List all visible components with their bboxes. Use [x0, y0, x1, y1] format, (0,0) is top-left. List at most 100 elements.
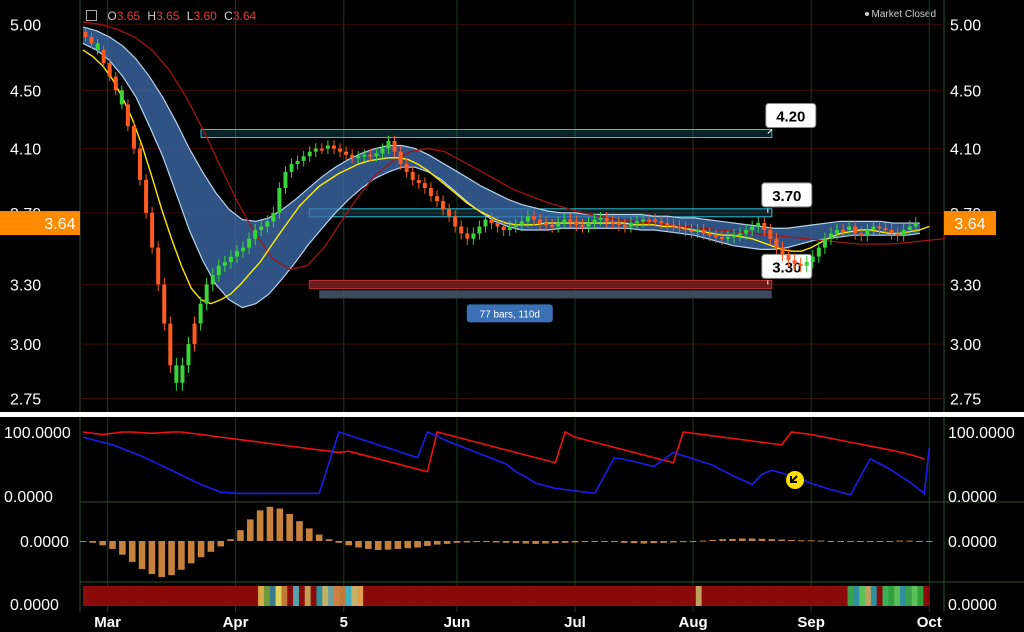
strip-cell: [882, 586, 889, 606]
candle-body: [180, 365, 185, 383]
strip-cell: [439, 586, 446, 606]
strip-cell: [234, 586, 241, 606]
candle-body: [580, 224, 585, 227]
strip-cell: [783, 586, 790, 606]
histogram-bar: [345, 541, 352, 546]
candle-body: [707, 233, 712, 236]
candle-body: [695, 229, 700, 232]
candle-body: [731, 235, 736, 238]
price-tick-label-right: 2.75: [950, 392, 981, 409]
histogram-bar: [886, 541, 894, 542]
strip-cell: [304, 586, 312, 606]
strip-cell: [450, 586, 457, 606]
candle-body: [792, 260, 797, 264]
histogram-bar: [847, 541, 854, 542]
histogram-bar: [237, 530, 244, 541]
candle-body: [677, 226, 682, 229]
candle-body: [392, 140, 397, 152]
candle-body: [634, 221, 639, 224]
strip-cell: [322, 586, 329, 606]
x-axis-label: Aug: [678, 614, 707, 631]
candle-body: [828, 233, 833, 239]
histogram-bar: [925, 541, 933, 542]
candle-body: [822, 238, 827, 248]
strip-cell: [100, 586, 107, 606]
candle-body: [131, 126, 136, 149]
strip-cell: [129, 586, 136, 606]
candle-body: [507, 226, 512, 230]
strip-cell: [538, 586, 545, 606]
strip-cell: [339, 586, 347, 606]
strip-cell: [555, 586, 562, 606]
strip-cell: [281, 586, 288, 606]
histogram-bar: [542, 541, 549, 544]
candle-body: [768, 229, 773, 239]
candle-body: [689, 229, 694, 232]
strip-cell: [631, 586, 638, 606]
strip-cell: [380, 586, 387, 606]
strip-cell: [275, 586, 282, 606]
strip-cell: [368, 586, 376, 606]
strip-cell: [252, 586, 259, 606]
histogram-bar: [748, 538, 756, 541]
histogram-bar: [483, 541, 490, 543]
candle-body: [907, 226, 912, 230]
histogram-bar: [807, 540, 815, 542]
chart-canvas[interactable]: 5.005.004.504.504.104.103.703.703.303.30…: [0, 0, 1024, 632]
candle-body: [756, 223, 761, 227]
strip-cell: [520, 586, 527, 606]
candle-body: [725, 236, 730, 239]
candle-body: [586, 223, 591, 227]
strip-cell: [719, 586, 726, 606]
stochastic-red-line: [82, 430, 925, 473]
candle-body: [750, 226, 755, 230]
candle-body: [210, 275, 215, 285]
strip-cell: [193, 586, 201, 606]
strip-cell: [800, 586, 808, 606]
histogram-bar: [758, 538, 766, 541]
candle-body: [810, 256, 815, 263]
histogram-bar: [857, 541, 864, 542]
histogram-bar: [601, 541, 608, 542]
histogram-bar: [571, 541, 579, 543]
strip-cell: [649, 586, 656, 606]
candle-body: [786, 254, 791, 261]
candle-body: [671, 224, 676, 227]
candle-body: [144, 179, 149, 213]
strip-tick-right: 0.0000: [948, 597, 997, 614]
strip-cell: [345, 586, 352, 606]
candle-body: [647, 219, 652, 222]
strip-cell: [853, 586, 860, 606]
candle-body: [501, 226, 506, 230]
stochastic-tick-left: 100.0000: [4, 425, 71, 442]
candle-body: [434, 196, 439, 202]
strip-cell: [666, 586, 673, 606]
candle-body: [713, 235, 718, 238]
candle-body: [568, 219, 573, 222]
candle-body: [889, 229, 894, 234]
candle-body: [459, 226, 464, 234]
candle-body: [865, 229, 870, 236]
strip-cell: [141, 586, 148, 606]
stochastic-tick-left: 0.0000: [4, 489, 53, 506]
strip-cell: [164, 586, 171, 606]
strip-cell: [695, 586, 703, 606]
candle-body: [350, 154, 355, 158]
histogram-bar: [581, 541, 589, 543]
candle-body: [113, 76, 118, 91]
candle-body: [362, 154, 367, 157]
histogram-bar: [699, 540, 707, 542]
stochastic-tick-right: 0.0000: [948, 489, 997, 506]
strip-cell: [795, 586, 802, 606]
strip-cell: [310, 586, 317, 606]
candle-body: [198, 303, 203, 324]
strip-cell: [596, 586, 603, 606]
histogram-bar: [394, 541, 402, 549]
histogram-bar: [817, 540, 825, 542]
strip-cell: [444, 586, 452, 606]
histogram-bar: [178, 541, 185, 570]
strip-cell: [818, 586, 825, 606]
strip-cell: [386, 586, 393, 606]
strip-cell: [409, 586, 417, 606]
strip-cell: [701, 586, 708, 606]
